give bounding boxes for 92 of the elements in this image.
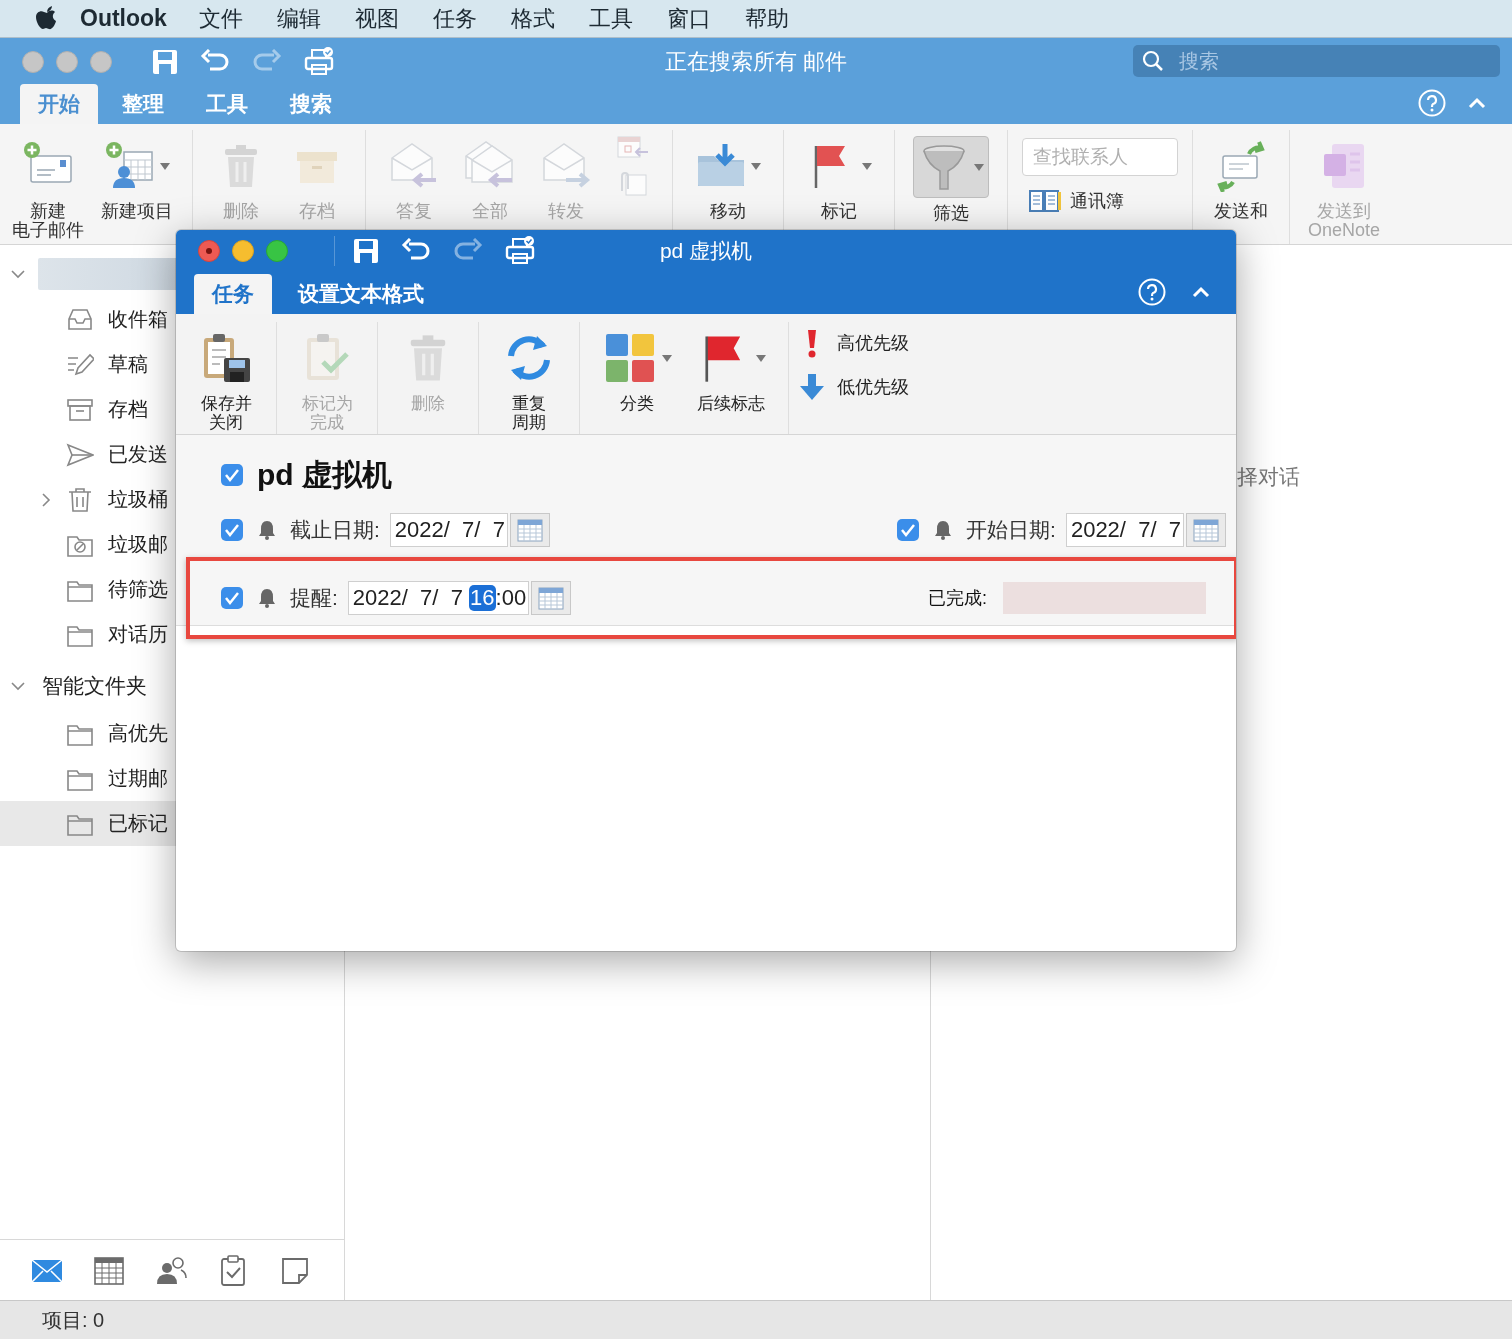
bell-icon	[258, 588, 276, 608]
new-item-button[interactable]: 新建项目	[92, 130, 182, 221]
hour-segment[interactable]: 16	[469, 585, 496, 611]
field-label: 已完成:	[928, 587, 987, 610]
collapse-icon	[1468, 97, 1486, 109]
window-control[interactable]	[56, 50, 78, 73]
window-control[interactable]	[232, 240, 254, 262]
envelope-sync-icon	[1215, 140, 1267, 192]
folder-item[interactable]: 收件箱	[0, 297, 176, 342]
folder-item[interactable]: 垃圾邮	[0, 522, 176, 567]
collapse-icon	[1192, 286, 1210, 298]
menu-item[interactable]: 窗口	[666, 3, 711, 34]
folder-item[interactable]: 过期邮	[0, 756, 176, 801]
address-book-button[interactable]: 通讯簿	[1022, 188, 1178, 214]
menu-item[interactable]: 编辑	[276, 3, 321, 34]
help-icon	[1138, 278, 1166, 306]
save-icon	[353, 238, 379, 264]
date-time-field[interactable]: 2022/ 7/ 7 16:00	[347, 581, 530, 615]
ribbon-tab[interactable]: 设置文本格式	[280, 274, 442, 314]
move-button[interactable]: 移动	[683, 130, 773, 221]
reading-pane-text: 择对话	[1237, 465, 1300, 488]
bell-icon	[258, 520, 276, 540]
recurrence-button[interactable]: 重复 周期	[489, 322, 569, 432]
contact-search-field[interactable]: 查找联系人	[1022, 138, 1178, 176]
low-priority-button[interactable]: 低优先级	[799, 372, 909, 402]
folder-item[interactable]: 存档	[0, 387, 176, 432]
print-icon	[304, 46, 334, 77]
calendar-button[interactable]	[92, 1254, 126, 1286]
calendar-button[interactable]	[509, 513, 550, 547]
open-book-icon	[1028, 188, 1062, 214]
menu-item[interactable]: 视图	[354, 3, 399, 34]
folder-item[interactable]: 垃圾桶	[0, 477, 176, 522]
bell-icon	[934, 520, 953, 540]
folder-item[interactable]: 对话历	[0, 612, 176, 657]
checkbox[interactable]	[221, 464, 243, 486]
menu-item[interactable]: 格式	[510, 3, 555, 34]
menu-item[interactable]: 文件	[198, 3, 243, 34]
print-icon	[505, 236, 535, 266]
calendar-icon	[1193, 518, 1219, 542]
window-control[interactable]	[266, 240, 288, 262]
calendar-button[interactable]	[531, 581, 572, 615]
date-field[interactable]: 2022/ 7/ 7	[1065, 513, 1184, 547]
people-button[interactable]	[154, 1254, 188, 1286]
menu-item[interactable]: 任务	[432, 3, 477, 34]
window-title: 正在搜索所有 邮件	[664, 48, 848, 74]
apple-icon	[36, 5, 58, 32]
follow-up-button[interactable]: 后续标志	[684, 322, 778, 413]
field-label: 截止日期:	[290, 517, 380, 543]
calendar-icon	[538, 586, 565, 610]
categorize-button[interactable]: 分类	[590, 322, 684, 413]
window-title: pd 虚拟机	[659, 239, 753, 262]
folder-item[interactable]: 已发送	[0, 432, 176, 477]
paper-plane-icon	[66, 441, 94, 468]
down-arrow-icon	[799, 372, 825, 402]
high-priority-button[interactable]: 高优先级	[799, 328, 909, 358]
section-header[interactable]: 智能文件夹	[42, 672, 147, 700]
task-subject: pd 虚拟机	[257, 456, 392, 493]
inbox-icon	[66, 306, 94, 333]
trash-icon	[66, 486, 94, 513]
people-icon	[154, 1254, 188, 1286]
app-name[interactable]: Outlook	[80, 5, 167, 32]
menu-item[interactable]: 工具	[588, 3, 633, 34]
folder-item[interactable]: 已标记	[0, 801, 176, 846]
field-label: 提醒:	[290, 585, 338, 611]
help-icon	[1418, 89, 1446, 117]
pencil-lines-icon	[66, 351, 94, 378]
folder-item[interactable]: 草稿	[0, 342, 176, 387]
calendar-button[interactable]	[1186, 513, 1226, 547]
checkbox[interactable]	[897, 519, 920, 541]
new-mail-button[interactable]: 新建 电子邮件	[4, 130, 92, 240]
calendar-arrow-icon	[616, 135, 650, 161]
date-field[interactable]: 2022/ 7/ 7	[389, 513, 508, 547]
checkbox[interactable]	[221, 519, 243, 541]
save-close-button[interactable]: 保存并 关闭	[186, 322, 266, 432]
search-icon	[1142, 50, 1164, 72]
window-control[interactable]	[22, 50, 44, 73]
menu-item[interactable]: 帮助	[744, 3, 789, 34]
send-receive-button[interactable]: 发送和	[1203, 130, 1279, 221]
archive-box-icon	[66, 396, 94, 423]
folder-item[interactable]: 高优先	[0, 711, 176, 756]
save-icon	[152, 48, 178, 75]
checkbox[interactable]	[221, 587, 243, 609]
window-control[interactable]	[198, 240, 220, 262]
calendar-icon	[516, 518, 543, 542]
status-text: 项目: 0	[42, 1307, 105, 1333]
field-label: 开始日期:	[966, 517, 1056, 543]
flag-button[interactable]: 标记	[794, 130, 884, 221]
window-control[interactable]	[90, 50, 112, 73]
search-field[interactable]: 搜索	[1133, 45, 1500, 77]
calendar-icon	[92, 1254, 126, 1286]
ribbon-tab[interactable]: 任务	[194, 274, 272, 314]
folder-item[interactable]: 待筛选	[0, 567, 176, 612]
